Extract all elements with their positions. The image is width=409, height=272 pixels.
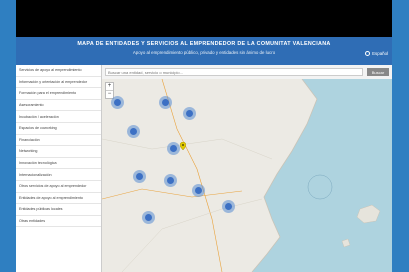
map[interactable]: + − xyxy=(102,79,392,272)
cluster-marker[interactable] xyxy=(127,125,140,138)
cluster-marker[interactable] xyxy=(142,211,155,224)
cluster-marker[interactable] xyxy=(183,107,196,120)
cluster-marker[interactable] xyxy=(167,142,180,155)
sidebar-item-label: Financiación xyxy=(19,137,40,142)
sidebar-item[interactable]: Información y orientación al emprendedor xyxy=(16,77,101,89)
sidebar-item[interactable]: Asesoramiento xyxy=(16,100,101,112)
sidebar-item[interactable]: Otros servicios de apoyo al emprendedor xyxy=(16,181,101,193)
highway-line xyxy=(102,188,243,200)
sidebar-item[interactable]: Entidades de apoyo al emprendimiento xyxy=(16,193,101,205)
sidebar-item-label: Networking xyxy=(19,149,38,154)
sidebar-item-label: Entidades públicas locales xyxy=(19,207,63,212)
cluster-marker[interactable] xyxy=(111,96,124,109)
sidebar-item[interactable]: Networking xyxy=(16,146,101,158)
sidebar-item[interactable]: Espacios de coworking xyxy=(16,123,101,135)
language-selector[interactable]: Español xyxy=(365,51,388,56)
sidebar: Servicios de apoyo al emprendimiento Inf… xyxy=(16,65,102,272)
zoom-in-button[interactable]: + xyxy=(106,83,113,91)
sidebar-item-label: Internacionalización xyxy=(19,172,52,177)
sidebar-item-label: Formación para el emprendimiento xyxy=(19,91,77,96)
header-banner: MAPA DE ENTIDADES Y SERVICIOS AL EMPREND… xyxy=(16,37,392,65)
sidebar-item[interactable]: Formación para el emprendimiento xyxy=(16,88,101,100)
sea-area xyxy=(252,79,392,272)
right-border xyxy=(392,0,409,272)
search-button[interactable]: Buscar xyxy=(367,68,389,76)
sidebar-item[interactable]: Internacionalización xyxy=(16,169,101,181)
sidebar-item-label: Incubación / aceleración xyxy=(19,114,59,119)
sidebar-item-label: Espacios de coworking xyxy=(19,126,57,131)
app-window: MAPA DE ENTIDADES Y SERVICIOS AL EMPREND… xyxy=(16,37,392,272)
cluster-marker[interactable] xyxy=(222,200,235,213)
page-subtitle: Apoyo al emprendimiento público, privado… xyxy=(132,50,276,55)
left-border xyxy=(0,0,16,272)
sidebar-item[interactable]: Otras entidades xyxy=(16,216,101,228)
search-input[interactable] xyxy=(105,68,363,76)
sidebar-item[interactable]: Innovación tecnológica xyxy=(16,158,101,170)
location-pin-icon[interactable] xyxy=(180,142,186,150)
sidebar-item-label: Asesoramiento xyxy=(19,103,44,108)
globe-icon xyxy=(365,51,371,56)
sidebar-item-label: Otras entidades xyxy=(19,219,46,224)
sidebar-item-label: Innovación tecnológica xyxy=(19,161,57,166)
road-line xyxy=(121,198,263,272)
cluster-marker[interactable] xyxy=(159,96,172,109)
language-label: Español xyxy=(372,51,388,56)
sidebar-item[interactable]: Financiación xyxy=(16,135,101,147)
sidebar-item[interactable]: Incubación / aceleración xyxy=(16,111,101,123)
sidebar-item-label: Otros servicios de apoyo al emprendedor xyxy=(19,184,87,189)
sidebar-item-label: Entidades de apoyo al emprendimiento xyxy=(19,195,83,200)
page-title: MAPA DE ENTIDADES Y SERVICIOS AL EMPREND… xyxy=(77,41,331,47)
sidebar-item-label: Información y orientación al emprendedor xyxy=(19,79,88,84)
top-black-band xyxy=(16,0,392,37)
sidebar-item-label: Servicios de apoyo al emprendimiento xyxy=(19,68,82,73)
sidebar-item[interactable]: Entidades públicas locales xyxy=(16,204,101,216)
cluster-marker[interactable] xyxy=(133,170,146,183)
cluster-marker[interactable] xyxy=(192,184,205,197)
cluster-marker[interactable] xyxy=(164,174,177,187)
sidebar-item[interactable]: Servicios de apoyo al emprendimiento xyxy=(16,65,101,77)
search-bar: Buscar xyxy=(102,65,392,80)
